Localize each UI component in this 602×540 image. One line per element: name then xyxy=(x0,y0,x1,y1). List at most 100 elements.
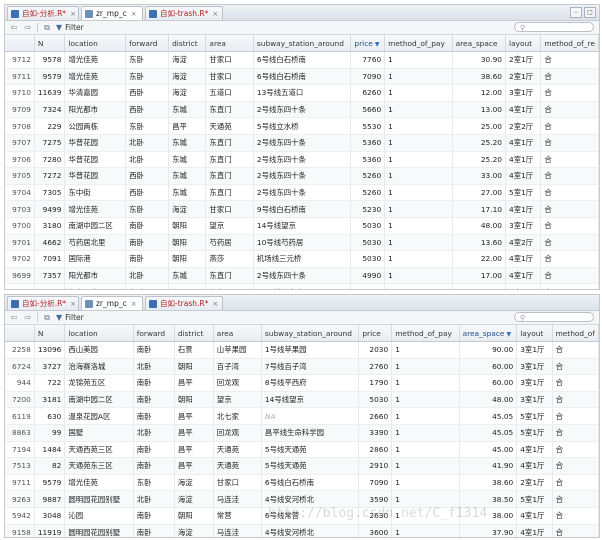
row-number: 9702 xyxy=(5,250,35,268)
table-row[interactable]: 5942 3048 沁园 南卧 朝阳 常营 6号线常营 2630 1 38.00 4室1厅合 xyxy=(5,507,599,525)
table-row[interactable]: 9707 7275 华普花园 北卧 东城 东直门 2号线东四十条 5360 1 25.20 4室1厅… xyxy=(5,134,599,152)
back-arrow-icon[interactable]: ⇦ xyxy=(9,313,19,322)
table-icon xyxy=(85,9,93,18)
editor-tab-bar: 自如-分析.R* × zr_mp_c × 自如-trash.R* × – □ xyxy=(5,5,599,21)
table-row[interactable]: 9701 4662 芍药居北里 南卧 朝阳 芍药居 10号线芍药居 5030 1 13.60 4室2… xyxy=(5,234,599,252)
column-header-price[interactable]: price ▼ xyxy=(350,35,386,52)
column-header-N[interactable]: N xyxy=(34,325,66,342)
table-row[interactable]: 2258 13096 西山美园 南卧 石景 山苹果园 1号线苹果园 2030 1 90.00 3室1… xyxy=(5,341,599,359)
table-row[interactable]: 9158 11919 圆明园花园别墅 南卧 海淀 马连洼 4号线安河桥北 3600 1 37.90… xyxy=(5,524,599,537)
column-header-method-of-re[interactable]: method_of_re xyxy=(540,35,599,52)
close-icon[interactable]: × xyxy=(212,300,218,308)
table-row[interactable]: 9708 229 公园两栋 东卧 昌平 天通苑 5号线立水桥 5530 1 25.00 2室2厅合 xyxy=(5,117,599,135)
tab-ziru-analysis[interactable]: 自如-分析.R* × xyxy=(7,6,79,20)
table-cell: 1 xyxy=(391,457,460,475)
column-header-area[interactable]: area xyxy=(205,35,254,52)
table-cell: 3600 xyxy=(358,524,393,537)
table-row[interactable]: 9710 11639 华清嘉园 西卧 海淀 五道口 13号线五道口 6260 1 12.00 3室1… xyxy=(5,84,599,102)
tab-zr-mp-c[interactable]: zr_mp_c × xyxy=(81,6,143,20)
table-cell: 25.20 xyxy=(452,134,507,152)
filter-button[interactable]: ▼ Filter xyxy=(56,23,84,32)
column-header-layout[interactable]: layout xyxy=(505,35,542,52)
table-row[interactable]: 9709 7324 阳光都市 西卧 东城 东直门 2号线东四十条 5660 1 13.00 4室1厅… xyxy=(5,101,599,119)
table-cell: 回龙观 xyxy=(213,424,262,442)
table-cell: 14号线望京南 xyxy=(253,283,352,289)
table-row[interactable]: 9711 9579 增光佳苑 东卧 海淀 甘家口 6号线白石桥南 7090 1 38.60 2室1厅… xyxy=(5,474,599,492)
column-header-forward[interactable]: forward xyxy=(133,325,175,342)
table-row[interactable]: 9711 9579 增光佳苑 东卧 海淀 甘家口 6号线白石桥南 7090 1 38.60 2室1厅… xyxy=(5,68,599,86)
column-header-method-of-pay[interactable]: method_of_pay xyxy=(384,35,453,52)
column-header-area-space[interactable]: area_space xyxy=(452,35,507,52)
minimize-icon[interactable]: – xyxy=(570,7,582,18)
table-row[interactable]: 9702 7091 国际港 南卧 朝阳 燕莎 机场线三元桥 5030 1 22.00 4室1厅合 xyxy=(5,250,599,268)
table-row[interactable]: 944 722 龙锦苑五区 南卧 昌平 回龙观 8号线平西府 1790 1 60.00 3室1厅合 xyxy=(5,374,599,392)
column-header-subway-station-around[interactable]: subway_station_around xyxy=(253,35,352,52)
table-cell: 公园两栋 xyxy=(64,117,127,135)
table-row[interactable]: 7200 3181 南湖中园二区 南卧 朝阳 望京 14号线望京 5030 1 48.00 3室1厅… xyxy=(5,391,599,409)
tab-ziru-trash[interactable]: 自如-trash.R* × xyxy=(145,296,223,310)
table-row[interactable]: 6119 630 温泉花园A区 南卧 昌平 北七家 NA 2660 1 45.05 5室1厅合 xyxy=(5,407,599,425)
table-cell: 45.05 xyxy=(459,407,518,425)
forward-arrow-icon[interactable]: ⇨ xyxy=(23,313,33,322)
column-header-forward[interactable]: forward xyxy=(125,35,170,52)
table-cell: 14号线望京 xyxy=(253,217,352,235)
search-input[interactable]: ⚲ xyxy=(514,22,594,32)
maximize-icon[interactable]: □ xyxy=(584,7,596,18)
table-cell: 4室1厅 xyxy=(516,524,553,537)
table-cell: 西卧 xyxy=(125,84,170,102)
table-cell: 龙锦苑五区 xyxy=(64,374,134,392)
table-row[interactable]: 9706 7280 华普花园 北卧 东城 东直门 2号线东四十条 5360 1 25.20 4室1厅… xyxy=(5,151,599,169)
table-cell: 天通苑 xyxy=(205,117,254,135)
close-icon[interactable]: × xyxy=(70,300,76,308)
popout-icon[interactable]: ⧉ xyxy=(42,313,52,323)
column-header-area-space[interactable]: area_space ▼ xyxy=(459,325,518,342)
close-icon[interactable]: × xyxy=(131,10,137,18)
sort-descending-icon: ▼ xyxy=(506,330,512,338)
table-cell: 1 xyxy=(391,341,460,359)
funnel-icon: ▼ xyxy=(56,23,63,32)
table-cell: 60.00 xyxy=(459,374,518,392)
column-header-subway-station-around[interactable]: subway_station_around xyxy=(261,325,360,342)
tab-zr-mp-c[interactable]: zr_mp_c × xyxy=(81,296,143,310)
table-row[interactable]: 8863 99 国墅 北卧 昌平 回龙观 昌平线生命科学园 3390 1 45.05 5室1厅合 xyxy=(5,424,599,442)
table-row[interactable]: 9712 9578 增光佳苑 东卧 海淀 甘家口 6号线白石桥南 7760 1 30.90 2室1厅… xyxy=(5,51,599,69)
table-cell: 东卧 xyxy=(125,68,170,86)
table-cell: 东直门 xyxy=(205,267,254,285)
table-row[interactable]: 9705 7272 华普花园 西卧 东城 东直门 2号线东四十条 5260 1 33.00 4室1厅… xyxy=(5,167,599,185)
close-icon[interactable]: × xyxy=(212,10,218,18)
column-header-rownum[interactable] xyxy=(5,35,35,52)
column-header-area[interactable]: area xyxy=(213,325,262,342)
table-row[interactable]: 7194 1484 天通西苑三区 南卧 昌平 天通苑 5号线天通苑 2860 1 45.00 4室1… xyxy=(5,441,599,459)
data-viewer-panel-top: 自如-分析.R* × zr_mp_c × 自如-trash.R* × – □ ⇦… xyxy=(4,4,600,290)
table-row[interactable]: 9703 9499 增光佳苑 东卧 海淀 甘家口 9号线白石桥南 5230 1 17.10 4室1厅… xyxy=(5,200,599,218)
table-cell: 国际港 xyxy=(64,250,127,268)
column-header-method-of[interactable]: method_of xyxy=(552,325,599,342)
column-header-N[interactable]: N xyxy=(34,35,66,52)
column-header-layout[interactable]: layout xyxy=(516,325,553,342)
column-header-district[interactable]: district xyxy=(168,35,207,52)
table-row[interactable]: 9704 7305 东中街 西卧 东城 东直门 2号线东四十条 5260 1 27.00 5室1厅合 xyxy=(5,184,599,202)
forward-arrow-icon[interactable]: ⇨ xyxy=(23,23,33,32)
column-header-price[interactable]: price xyxy=(358,325,393,342)
tab-ziru-trash[interactable]: 自如-trash.R* × xyxy=(145,6,223,20)
filter-button[interactable]: ▼ Filter xyxy=(56,313,84,322)
table-cell: 朝阳 xyxy=(168,217,207,235)
close-icon[interactable]: × xyxy=(131,300,137,308)
table-row[interactable]: 9263 9887 圆明园花园别墅 北卧 海淀 马连洼 4号线安河桥北 3590 1 38.50 5… xyxy=(5,490,599,508)
column-header-location[interactable]: location xyxy=(64,35,127,52)
column-header-rownum[interactable] xyxy=(5,325,35,342)
table-row[interactable]: 6724 3727 治海赛洛城 北卧 朝阳 百子湾 7号线百子湾 2760 1 60.00 3室1厅… xyxy=(5,358,599,376)
table-row[interactable]: 96985568朝庭公寓东卧朝阳望京14号线望京南4930113.803室1厅合 xyxy=(5,283,599,289)
back-arrow-icon[interactable]: ⇦ xyxy=(9,23,19,32)
popout-icon[interactable]: ⧉ xyxy=(42,23,52,33)
table-row[interactable]: 9700 3180 南湖中园二区 南卧 朝阳 望京 14号线望京 5030 1 48.00 3室1厅… xyxy=(5,217,599,235)
table-row[interactable]: 9699 7357 阳光都市 北卧 东城 东直门 2号线东四十条 4990 1 17.00 4室1厅… xyxy=(5,267,599,285)
close-icon[interactable]: × xyxy=(70,10,76,18)
search-input[interactable]: ⚲ xyxy=(514,312,594,322)
table-row[interactable]: 7513 82 天通苑东三区 南卧 昌平 天通苑 5号线天通苑 2910 1 41.90 4室1厅合 xyxy=(5,457,599,475)
column-header-location[interactable]: location xyxy=(64,325,134,342)
column-header-method-of-pay[interactable]: method_of_pay xyxy=(391,325,460,342)
tab-ziru-analysis[interactable]: 自如-分析.R* × xyxy=(7,296,79,310)
table-cell: 4室1厅 xyxy=(516,457,553,475)
column-header-district[interactable]: district xyxy=(174,325,214,342)
